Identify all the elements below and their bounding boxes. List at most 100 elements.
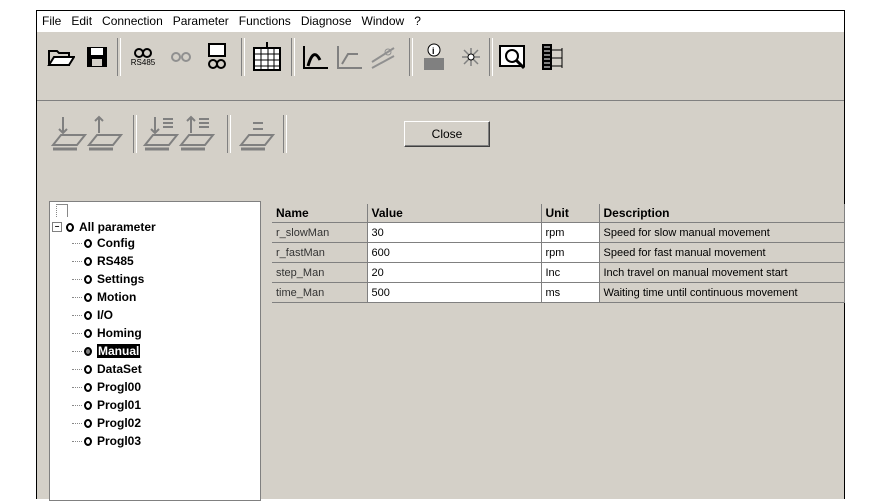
write-all-button[interactable] (178, 115, 216, 155)
node-circle-icon (84, 310, 92, 320)
tree-item[interactable]: Progl00 (72, 378, 141, 396)
header-description[interactable]: Description (599, 204, 845, 223)
diagnose-button[interactable] (497, 40, 529, 74)
upload-icon (86, 115, 124, 151)
tree-connector (72, 368, 82, 370)
collapse-icon[interactable]: − (52, 222, 62, 232)
edit-parameter-button[interactable] (238, 115, 276, 155)
node-circle-icon (84, 346, 92, 356)
tree-item[interactable]: RS485 (72, 252, 134, 270)
read-all-button[interactable] (142, 115, 180, 155)
menu-edit[interactable]: Edit (66, 14, 97, 28)
motion-icon (303, 46, 328, 69)
folder-open-icon (47, 50, 75, 66)
device-icon (208, 43, 226, 69)
tree-item-label: Config (97, 236, 135, 250)
tree-item[interactable]: Progl01 (72, 396, 141, 414)
io-panel-icon (542, 44, 563, 70)
menu-window[interactable]: Window (357, 14, 410, 28)
menu-parameter[interactable]: Parameter (168, 14, 234, 28)
tree-item[interactable]: Progl02 (72, 414, 141, 432)
tree-item[interactable]: Progl03 (72, 432, 141, 450)
tree-item-label: Progl03 (97, 434, 142, 448)
header-name[interactable]: Name (272, 204, 368, 223)
tree-item[interactable]: Manual (72, 342, 141, 360)
tree-connector (72, 242, 82, 244)
parameter-table-button[interactable] (251, 40, 283, 74)
write-parameter-button[interactable] (86, 115, 124, 155)
tree-root-label: All parameter (79, 220, 156, 234)
cell-value[interactable]: 30 (367, 222, 542, 243)
flash-icon (462, 48, 480, 66)
error-button[interactable] (455, 40, 487, 74)
menu-diagnose[interactable]: Diagnose (296, 14, 357, 28)
cell-unit: ms (541, 282, 600, 303)
cell-description: Speed for fast manual movement (599, 242, 845, 263)
profile-button[interactable] (333, 40, 365, 74)
tree-connector (72, 332, 82, 334)
table-row[interactable]: time_Man 500 ms Waiting time until continuo… (272, 282, 845, 303)
close-button[interactable]: Close (404, 121, 490, 147)
menu-functions[interactable]: Functions (234, 14, 296, 28)
device-info-button[interactable]: i (419, 40, 451, 74)
svg-text:i: i (432, 46, 435, 56)
tree-item[interactable]: Motion (72, 288, 136, 306)
node-circle-icon (84, 436, 92, 446)
cell-value[interactable]: 500 (367, 282, 542, 303)
edit-icon (238, 122, 276, 151)
motion-button[interactable] (299, 40, 331, 74)
node-circle-icon (84, 364, 92, 374)
io-button[interactable] (537, 40, 569, 74)
tree-connector (72, 296, 82, 298)
parameter-grid: Name Value Unit Description r_slowMan 30 r… (272, 204, 845, 499)
node-circle-icon (84, 328, 92, 338)
connect-rs485-button[interactable]: RS485 (127, 40, 159, 74)
tree-item-label: Progl00 (97, 380, 142, 394)
profile-icon (337, 46, 362, 69)
node-circle-icon (84, 382, 92, 392)
header-value[interactable]: Value (367, 204, 542, 223)
tree-item-label: RS485 (97, 254, 134, 268)
table-row[interactable]: r_slowMan 30 rpm Speed for slow manual move… (272, 222, 845, 243)
tree-item-label: DataSet (97, 362, 142, 376)
save-button[interactable] (81, 40, 113, 74)
tree-item[interactable]: I/O (72, 306, 113, 324)
settings-slider-button[interactable] (367, 40, 399, 74)
device-connect-button[interactable] (201, 40, 233, 74)
cell-unit: rpm (541, 222, 600, 243)
menu-connection[interactable]: Connection (97, 14, 168, 28)
tree-connector (72, 350, 82, 352)
table-row[interactable]: step_Man 20 Inc Inch travel on manual movem… (272, 262, 845, 283)
tree-item[interactable]: Settings (72, 270, 144, 288)
cell-unit: Inc (541, 262, 600, 283)
cell-description: Inch travel on manual movement start (599, 262, 845, 283)
magnifier-icon (499, 45, 526, 70)
cell-name: r_fastMan (272, 242, 368, 263)
disconnect-button[interactable] (165, 40, 197, 74)
tree-connector (72, 314, 82, 316)
table-row[interactable]: r_fastMan 600 rpm Speed for fast manual mov… (272, 242, 845, 263)
menu-file[interactable]: File (37, 14, 66, 28)
node-circle-icon (84, 418, 92, 428)
tree-item-label: Manual (97, 344, 141, 358)
tree-item[interactable]: DataSet (72, 360, 142, 378)
menu-help[interactable]: ? (409, 14, 426, 28)
parameter-tree: − All parameter Config RS485 Settings Motio… (49, 201, 261, 501)
read-parameter-button[interactable] (50, 115, 88, 155)
tree-connector (72, 404, 82, 406)
header-unit[interactable]: Unit (541, 204, 600, 223)
tree-item-label: I/O (97, 308, 114, 322)
node-circle-icon (84, 292, 92, 302)
cell-value[interactable]: 20 (367, 262, 542, 283)
open-button[interactable] (45, 40, 77, 74)
tree-item[interactable]: Config (72, 234, 135, 252)
cell-unit: rpm (541, 242, 600, 263)
node-circle-icon (84, 256, 92, 266)
sliders-icon (371, 47, 395, 69)
tree-connector (72, 422, 82, 424)
tree-item[interactable]: Homing (72, 324, 142, 342)
download-icon (50, 117, 88, 151)
tree-connector (72, 260, 82, 262)
cell-value[interactable]: 600 (367, 242, 542, 263)
main-toolbar: RS485 i (37, 31, 844, 101)
